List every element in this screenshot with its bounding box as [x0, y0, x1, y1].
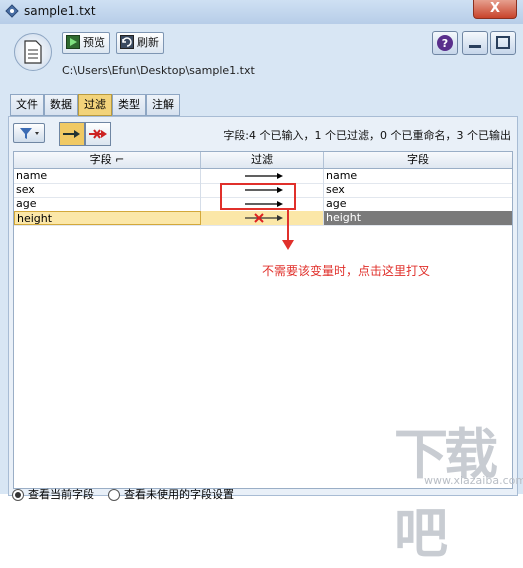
footer-options: 查看当前字段 查看未使用的字段设置: [12, 486, 234, 502]
help-button[interactable]: ?: [432, 31, 458, 55]
filter-options-button[interactable]: [13, 123, 45, 143]
annotation-arrow-line: [287, 210, 289, 242]
watermark: 下载吧 www.xiazaiba.com: [394, 410, 523, 565]
preview-button[interactable]: 预览: [62, 32, 110, 54]
radio-current-fields[interactable]: [12, 489, 24, 501]
field-out-cell: name: [326, 169, 358, 182]
annotation-text: 不需要该变量时，点击这里打叉: [262, 264, 431, 278]
document-icon: [14, 33, 52, 71]
column-header-filter[interactable]: 过滤: [201, 152, 324, 169]
play-icon: [66, 35, 80, 49]
field-in-cell: age: [14, 197, 201, 211]
table-row-selected[interactable]: height height: [14, 211, 512, 226]
close-button[interactable]: X: [473, 0, 517, 19]
table-row[interactable]: name name: [14, 169, 512, 184]
annotation-arrow-head: [282, 240, 294, 250]
column-header-field-in[interactable]: 字段 ⌐: [14, 152, 201, 169]
field-out-cell: sex: [326, 183, 345, 196]
arrow-icon: [245, 173, 283, 179]
file-path: C:\Users\Efun\Desktop\sample1.txt: [62, 64, 255, 77]
preview-label: 预览: [83, 36, 105, 49]
radio-current-fields-label: 查看当前字段: [28, 488, 94, 501]
radio-unused-fields[interactable]: [108, 489, 120, 501]
tab-data[interactable]: 数据: [44, 94, 78, 116]
field-out-cell: height: [324, 211, 512, 225]
cross-icon: [89, 129, 107, 139]
app-icon: [5, 4, 19, 18]
annotation-highlight-box: [220, 183, 296, 210]
radio-unused-fields-label: 查看未使用的字段设置: [124, 488, 234, 501]
field-in-cell: height: [14, 211, 201, 225]
title-bar: sample1.txt X: [0, 0, 523, 25]
help-icon: ?: [437, 35, 453, 51]
minimize-icon: [469, 45, 481, 48]
minimize-button[interactable]: [462, 31, 488, 55]
watermark-url: www.xiazaiba.com: [424, 474, 523, 487]
svg-text:?: ?: [442, 37, 448, 50]
refresh-label: 刷新: [137, 36, 159, 49]
watermark-logo: 下载吧: [394, 423, 498, 565]
tab-filter[interactable]: 过滤: [78, 94, 112, 116]
filter-toggle[interactable]: [201, 211, 324, 225]
field-in-cell: name: [14, 169, 201, 183]
mode-remove-toggle[interactable]: [85, 122, 111, 146]
tab-annotation[interactable]: 注解: [146, 94, 180, 116]
column-header-field-out[interactable]: 字段: [324, 152, 512, 169]
field-out-cell: age: [326, 197, 347, 210]
mode-filter-toggle[interactable]: [59, 122, 85, 146]
tab-file[interactable]: 文件: [10, 94, 44, 116]
refresh-icon: [120, 35, 134, 49]
filter-summary: 字段:4 个已输入，1 个已过滤，0 个已重命名，3 个已输出: [223, 129, 511, 142]
refresh-button[interactable]: 刷新: [116, 32, 164, 54]
window-title: sample1.txt: [24, 4, 96, 18]
cross-icon: [245, 213, 283, 223]
field-in-cell: sex: [14, 183, 201, 197]
filter-toggle[interactable]: [201, 169, 324, 183]
maximize-button[interactable]: [490, 31, 516, 55]
maximize-icon: [496, 36, 510, 49]
arrow-icon: [63, 130, 80, 138]
filter-icon: [20, 128, 39, 139]
tab-type[interactable]: 类型: [112, 94, 146, 116]
